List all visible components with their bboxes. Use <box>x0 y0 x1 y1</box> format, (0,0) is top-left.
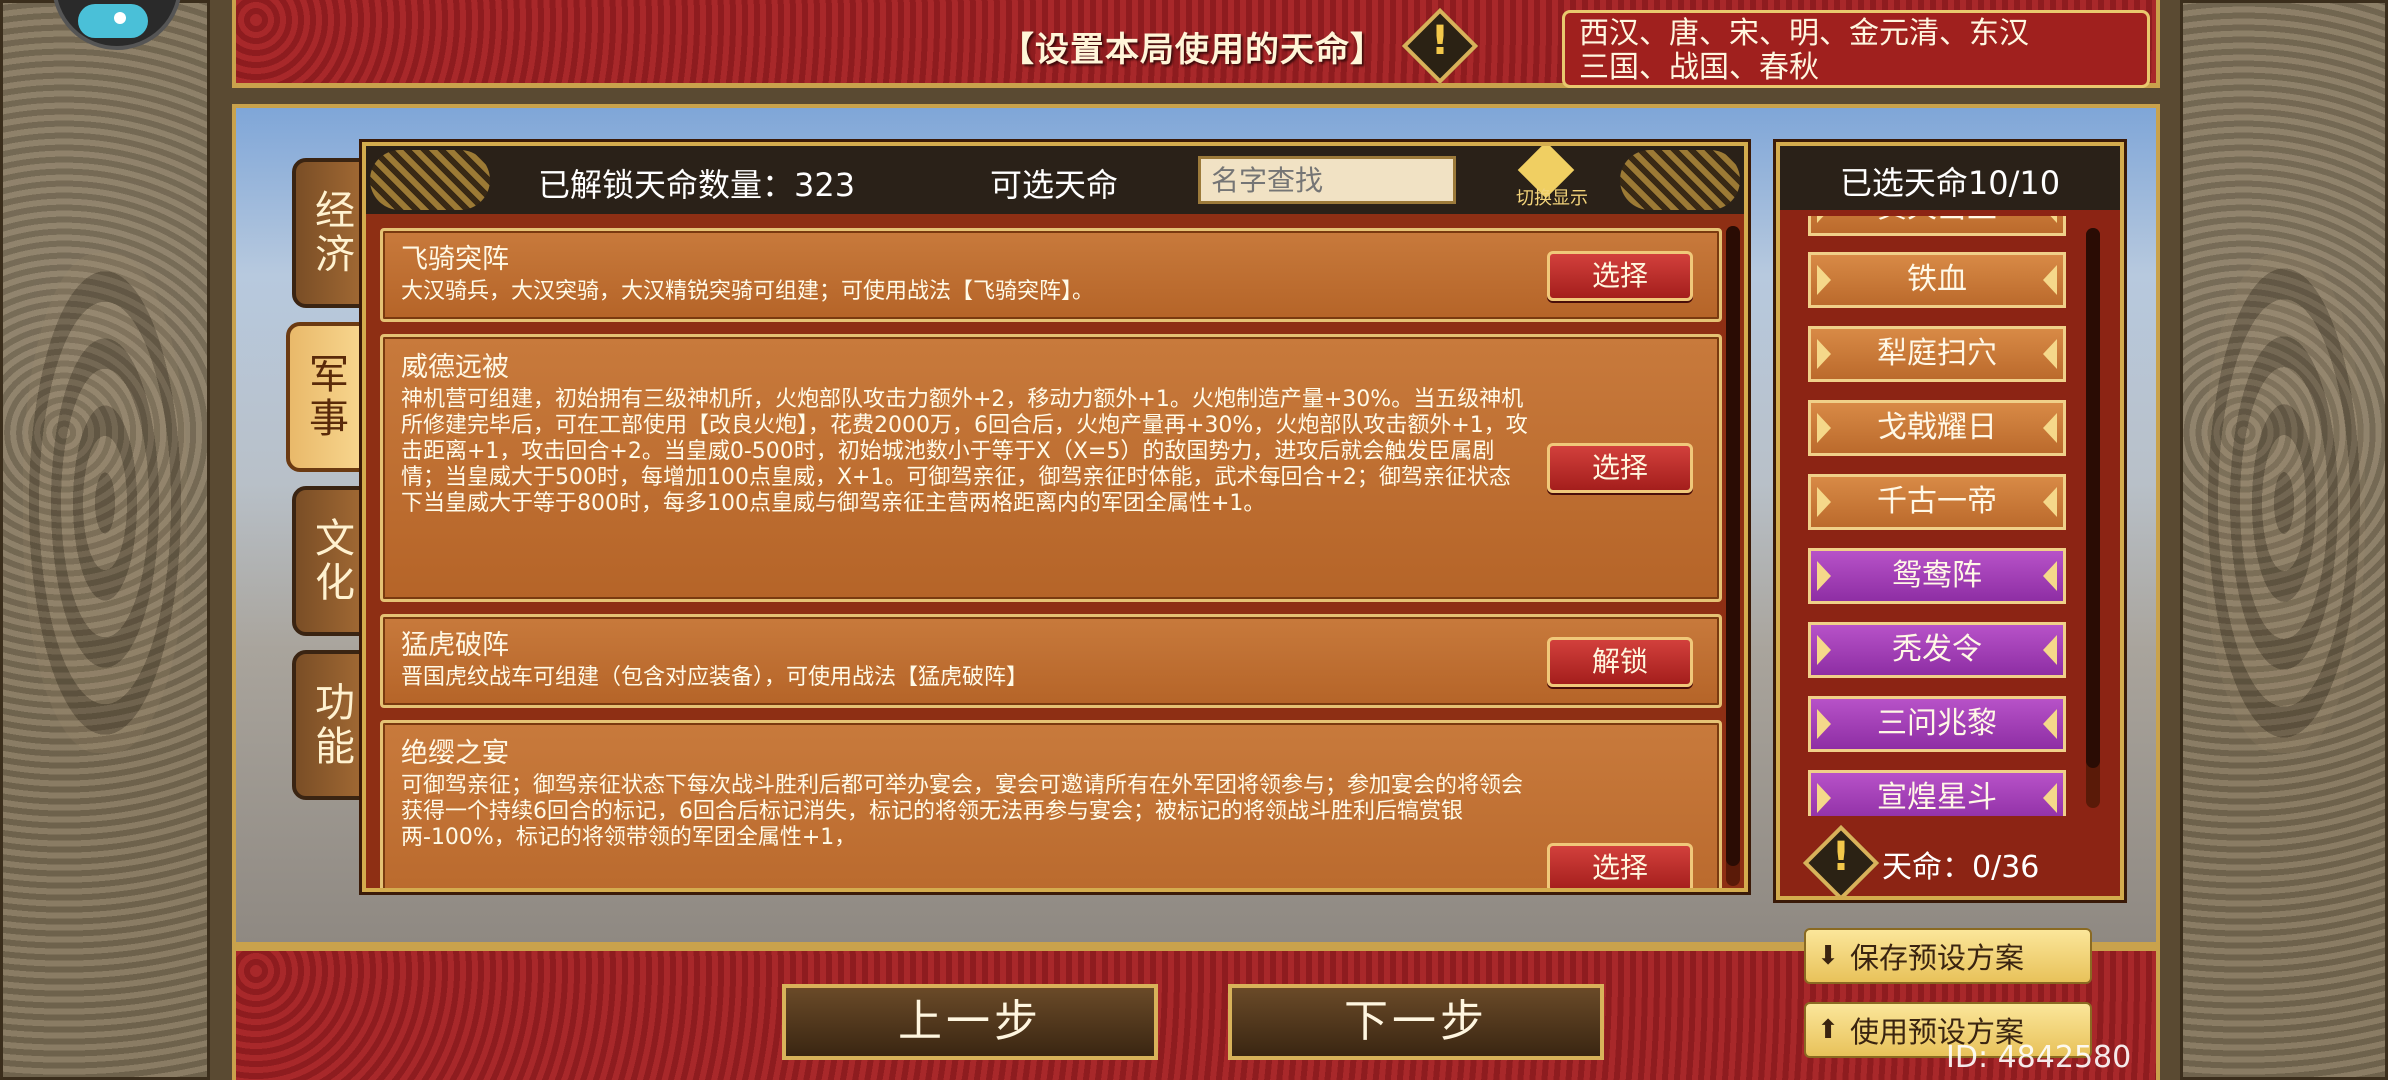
selected-destiny-panel: 已选天命10/10 黄天当立 铁血 犁庭扫穴 戈戟耀日 千古一帝 <box>1776 142 2124 900</box>
chevron-right-icon <box>2043 216 2057 223</box>
dynasty-line-1: 西汉、唐、宋、明、金元清、东汉 <box>1579 16 2029 51</box>
header-ornament-left <box>370 150 490 210</box>
selected-item-label: 鸳鸯阵 <box>1892 558 1982 593</box>
warning-icon: ! <box>1831 834 1851 880</box>
right-ornament-panel <box>2180 0 2388 1080</box>
destiny-card[interactable]: 猛虎破阵 晋国虎纹战车可组建（包含对应装备），可使用战法【猛虎破阵】 解锁 <box>380 614 1722 708</box>
tab-function[interactable]: 功能 <box>292 650 370 800</box>
selected-destiny-item[interactable]: 戈戟耀日 <box>1808 400 2066 456</box>
warning-icon: ! <box>1430 18 1450 64</box>
card-description: 可御驾亲征；御驾亲征状态下每次战斗胜利后都可举办宴会，宴会可邀请所有在外军团将领… <box>401 773 1524 850</box>
chevron-right-icon <box>2043 413 2057 443</box>
save-preset-button[interactable]: ⬇ 保存预设方案 <box>1804 928 2092 984</box>
card-description: 晋国虎纹战车可组建（包含对应装备），可使用战法【猛虎破阵】 <box>401 665 1029 690</box>
name-search-input[interactable] <box>1198 156 1456 204</box>
dynasty-list-box[interactable]: 西汉、唐、宋、明、金元清、东汉 三国、战国、春秋 <box>1562 10 2150 88</box>
chevron-left-icon <box>1817 265 1831 295</box>
selected-item-label: 宣煌星斗 <box>1877 780 1997 815</box>
selected-item-label: 铁血 <box>1907 262 1967 297</box>
selected-destiny-item[interactable]: 犁庭扫穴 <box>1808 326 2066 382</box>
chevron-left-icon <box>1817 487 1831 517</box>
left-ornament-panel <box>0 0 210 1080</box>
selected-destiny-item[interactable]: 秃发令 <box>1808 622 2066 678</box>
chevron-right-icon <box>2043 339 2057 369</box>
selected-scrollbar[interactable] <box>2086 228 2100 808</box>
banner-warning-button[interactable]: ! <box>1401 7 1479 85</box>
avatar-creature-icon <box>78 4 148 38</box>
chevron-left-icon <box>1817 635 1831 665</box>
selected-item-label: 犁庭扫穴 <box>1877 336 1997 371</box>
chevron-right-icon <box>2043 561 2057 591</box>
selected-destiny-item[interactable]: 宣煌星斗 <box>1808 770 2066 816</box>
selected-destiny-item[interactable]: 三问兆黎 <box>1808 696 2066 752</box>
unlock-button[interactable]: 解锁 <box>1547 637 1693 687</box>
chevron-left-icon <box>1817 413 1831 443</box>
tab-military[interactable]: 军事 <box>286 322 364 472</box>
select-button[interactable]: 选择 <box>1547 251 1693 301</box>
dragon-pattern <box>2203 253 2365 753</box>
destiny-card[interactable]: 飞骑突阵 大汉骑兵，大汉突骑，大汉精锐突骑可组建；可使用战法【飞骑突阵】。 选择 <box>380 228 1722 322</box>
selected-destiny-item[interactable]: 黄天当立 <box>1808 216 2066 236</box>
card-title: 威德远被 <box>401 352 509 383</box>
destiny-card[interactable]: 绝缨之宴 可御驾亲征；御驾亲征状态下每次战斗胜利后都可举办宴会，宴会可邀请所有在… <box>380 720 1722 888</box>
selected-scroll-thumb[interactable] <box>2086 228 2100 768</box>
download-icon: ⬇ <box>1817 941 1839 971</box>
chevron-right-icon <box>2043 783 2057 813</box>
tab-economy[interactable]: 经济 <box>292 158 370 308</box>
chevron-left-icon <box>1817 216 1831 223</box>
selected-destiny-item[interactable]: 铁血 <box>1808 252 2066 308</box>
tab-culture[interactable]: 文化 <box>292 486 370 636</box>
chevron-left-icon <box>1817 339 1831 369</box>
list-scroll-thumb[interactable] <box>1726 226 1740 866</box>
chevron-left-icon <box>1817 561 1831 591</box>
list-scrollbar[interactable] <box>1726 226 1740 886</box>
banner-title: 【设置本局使用的天命】 <box>1000 30 1385 70</box>
toggle-label: 切换显示 <box>1516 188 1588 209</box>
card-title: 绝缨之宴 <box>401 738 509 769</box>
selected-destiny-item[interactable]: 鸳鸯阵 <box>1808 548 2066 604</box>
save-preset-label: 保存预设方案 <box>1850 941 2025 975</box>
card-title: 猛虎破阵 <box>401 630 509 661</box>
toggle-display-button[interactable]: 切换显示 <box>1502 146 1602 210</box>
dragon-pattern <box>23 253 187 753</box>
prev-step-button[interactable]: 上一步 <box>782 984 1158 1060</box>
chevron-right-icon <box>2043 487 2057 517</box>
destiny-card[interactable]: 威德远被 神机营可组建，初始拥有三级神机所，火炮部队攻击力额外+2，移动力额外+… <box>380 334 1722 602</box>
selected-list: 黄天当立 铁血 犁庭扫穴 戈戟耀日 千古一帝 鸳鸯阵 <box>1808 216 2078 816</box>
destiny-list-panel: 已解锁天命数量：323 可选天命 切换显示 飞骑突阵 大汉骑兵，大汉突骑，大汉精… <box>362 142 1748 892</box>
chevron-left-icon <box>1817 783 1831 813</box>
selected-item-label: 三问兆黎 <box>1877 706 1997 741</box>
selected-destiny-item[interactable]: 千古一帝 <box>1808 474 2066 530</box>
select-button[interactable]: 选择 <box>1547 843 1693 888</box>
selectable-label: 可选天命 <box>990 166 1119 204</box>
chevron-right-icon <box>2043 265 2057 295</box>
chevron-left-icon <box>1817 709 1831 739</box>
next-step-button[interactable]: 下一步 <box>1228 984 1604 1060</box>
destiny-count-row: ! 天命：0/36 <box>1780 824 2120 896</box>
selected-item-label: 千古一帝 <box>1877 484 1997 519</box>
chevron-right-icon <box>2043 635 2057 665</box>
selected-item-label: 戈戟耀日 <box>1877 410 1997 445</box>
unlocked-count-label: 已解锁天命数量：323 <box>538 166 856 204</box>
destiny-count-label: 天命：0/36 <box>1882 850 2040 885</box>
card-description: 神机营可组建，初始拥有三级神机所，火炮部队攻击力额外+2，移动力额外+1。火炮制… <box>401 387 1528 516</box>
dynasty-line-2: 三国、战国、春秋 <box>1579 50 1819 85</box>
card-description: 大汉骑兵，大汉突骑，大汉精锐突骑可组建；可使用战法【飞骑突阵】。 <box>401 279 1095 304</box>
avatar-eye-icon <box>114 12 126 24</box>
selected-count-title: 已选天命10/10 <box>1839 164 2061 202</box>
selected-item-label: 黄天当立 <box>1877 216 1997 225</box>
chevron-right-icon <box>2043 709 2057 739</box>
player-id-label: ID: 4842580 <box>1946 1040 2132 1075</box>
card-title: 飞骑突阵 <box>401 244 509 275</box>
select-button[interactable]: 选择 <box>1547 443 1693 493</box>
selected-item-label: 秃发令 <box>1892 632 1982 667</box>
header-ornament-right <box>1620 150 1740 210</box>
upload-icon: ⬆ <box>1817 1015 1839 1045</box>
